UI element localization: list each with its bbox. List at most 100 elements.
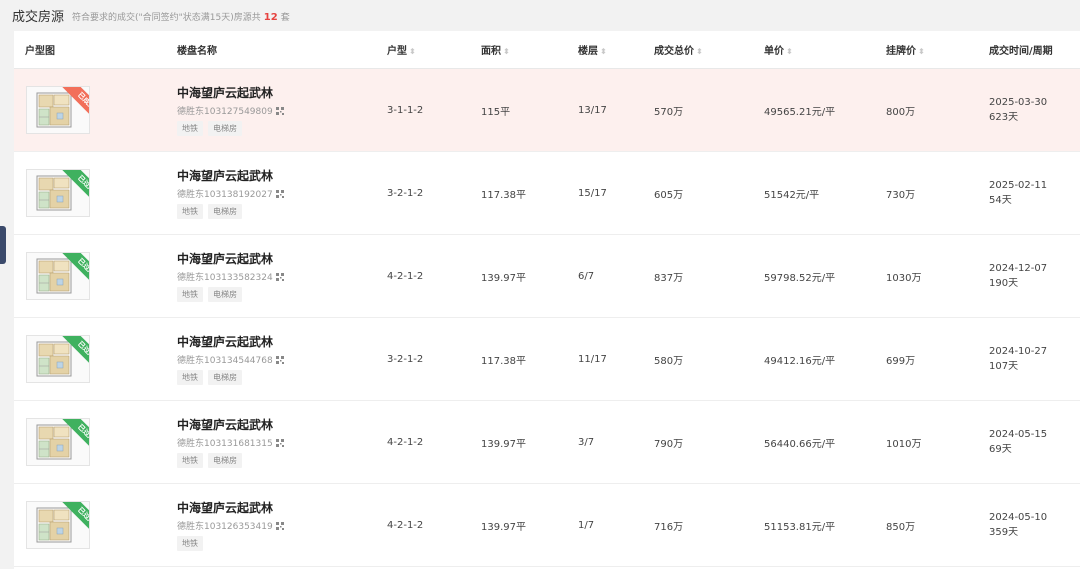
feature-tags: 地铁 电梯房 <box>177 121 387 136</box>
estate-name[interactable]: 中海望庐云起武林 <box>177 250 387 267</box>
deal-date: 2025-02-11 <box>989 180 1048 191</box>
feature-tags: 地铁 电梯房 <box>177 204 387 219</box>
layout-value: 4-2-1-2 <box>387 400 481 484</box>
result-count: 12 <box>263 11 278 23</box>
feature-tag: 地铁 <box>177 287 203 302</box>
total-price-value: 790万 <box>654 400 764 484</box>
deal-listing-table-card: 户型图 楼盘名称 户型 ⬍ 面积 ⬍ 楼层 ⬍ 成交总价 ⬍ 单价 ⬍ 挂牌价 ⬍ 成交时间… <box>14 31 1080 569</box>
feature-tags: 地铁 电梯房 <box>177 287 387 302</box>
unit-price-value: 56440.66元/平 <box>764 400 886 484</box>
sort-icon[interactable]: ⬍ <box>409 47 416 56</box>
floorplan-thumbnail[interactable]: 已过户 <box>26 335 90 383</box>
unit-price-value: 49412.16元/平 <box>764 317 886 401</box>
col-label: 挂牌价 <box>886 46 916 57</box>
total-price-value: 605万 <box>654 151 764 235</box>
deal-date-cell: 2024-12-07 190天 <box>989 234 1080 318</box>
floorplan-thumbnail[interactable]: 已成交 <box>26 86 90 134</box>
floorplan-thumbnail[interactable]: 已过户 <box>26 169 90 217</box>
qr-code-icon[interactable] <box>275 355 284 364</box>
col-header-area[interactable]: 面积 ⬍ <box>481 31 578 69</box>
qr-code-icon[interactable] <box>275 272 284 281</box>
feature-tag: 地铁 <box>177 536 203 551</box>
col-label: 楼层 <box>578 46 598 57</box>
floorplan-cell: 已成交 <box>14 68 177 152</box>
sort-icon[interactable]: ⬍ <box>503 47 510 56</box>
list-price-value: 1010万 <box>886 400 989 484</box>
sort-icon[interactable]: ⬍ <box>918 47 925 56</box>
floorplan-cell: 已过户 <box>14 400 177 484</box>
col-header-floorplan: 户型图 <box>14 31 177 69</box>
qr-code-icon[interactable] <box>275 106 284 115</box>
unit-price-value: 51542元/平 <box>764 151 886 235</box>
table-header-row: 户型图 楼盘名称 户型 ⬍ 面积 ⬍ 楼层 ⬍ 成交总价 ⬍ 单价 ⬍ 挂牌价 ⬍ 成交时间… <box>14 31 1080 69</box>
feature-tag: 地铁 <box>177 453 203 468</box>
table-row[interactable]: 已成交 中海望庐云起武林 德胜东103127549809 地铁 电梯房 3-1-1… <box>14 68 1080 152</box>
deal-cycle: 190天 <box>989 278 1019 289</box>
side-collapse-tab[interactable] <box>0 226 6 264</box>
table-row[interactable]: 已过户 中海望庐云起武林 德胜东103133582324 地铁 电梯房 4-2-1… <box>14 234 1080 318</box>
estate-cell: 中海望庐云起武林 德胜东103131681315 地铁 电梯房 <box>177 400 387 484</box>
floor-value: 3/7 <box>578 400 654 484</box>
layout-value: 4-2-1-2 <box>387 483 481 567</box>
listing-code: 德胜东103134544768 <box>177 356 273 366</box>
col-header-list-price[interactable]: 挂牌价 ⬍ <box>886 31 989 69</box>
sort-icon[interactable]: ⬍ <box>600 47 607 56</box>
estate-name[interactable]: 中海望庐云起武林 <box>177 167 387 184</box>
deal-date-cell: 2024-05-15 69天 <box>989 400 1080 484</box>
sort-icon[interactable]: ⬍ <box>696 47 703 56</box>
deal-cycle: 359天 <box>989 527 1019 538</box>
listing-code-line: 德胜东103134544768 <box>177 353 387 366</box>
col-header-unit-price[interactable]: 单价 ⬍ <box>764 31 886 69</box>
floor-value: 1/7 <box>578 483 654 567</box>
col-header-deal-date: 成交时间/周期 <box>989 31 1080 69</box>
estate-name[interactable]: 中海望庐云起武林 <box>177 416 387 433</box>
table-row[interactable]: 已过户 中海望庐云起武林 德胜东103134544768 地铁 电梯房 3-2-1… <box>14 317 1080 401</box>
floor-value: 15/17 <box>578 151 654 235</box>
feature-tags: 地铁 电梯房 <box>177 370 387 385</box>
list-price-value: 699万 <box>886 317 989 401</box>
floorplan-thumbnail[interactable]: 已过户 <box>26 418 90 466</box>
col-label: 楼盘名称 <box>177 46 217 57</box>
deal-cycle: 69天 <box>989 444 1012 455</box>
floorplan-thumbnail[interactable]: 已过户 <box>26 501 90 549</box>
estate-name[interactable]: 中海望庐云起武林 <box>177 499 387 516</box>
unit-price-value: 59798.52元/平 <box>764 234 886 318</box>
area-value: 139.97平 <box>481 234 578 318</box>
feature-tag: 电梯房 <box>208 204 242 219</box>
qr-code-icon[interactable] <box>275 189 284 198</box>
layout-value: 3-2-1-2 <box>387 151 481 235</box>
floor-value: 6/7 <box>578 234 654 318</box>
feature-tags: 地铁 <box>177 536 387 551</box>
floorplan-thumbnail[interactable]: 已过户 <box>26 252 90 300</box>
listing-code-line: 德胜东103131681315 <box>177 436 387 449</box>
deal-date-cell: 2025-03-30 623天 <box>989 68 1080 152</box>
deal-date: 2024-05-15 <box>989 429 1048 440</box>
layout-value: 4-2-1-2 <box>387 234 481 318</box>
deal-date-cell: 2024-10-27 107天 <box>989 317 1080 401</box>
qr-code-icon[interactable] <box>275 521 284 530</box>
estate-name[interactable]: 中海望庐云起武林 <box>177 333 387 350</box>
listing-code: 德胜东103133582324 <box>177 273 273 283</box>
col-header-floor[interactable]: 楼层 ⬍ <box>578 31 654 69</box>
deal-cycle: 623天 <box>989 112 1019 123</box>
result-summary: 符合要求的成交("合同签约"状态满15天)房源共 12 套 <box>72 10 290 23</box>
estate-cell: 中海望庐云起武林 德胜东103127549809 地铁 电梯房 <box>177 68 387 152</box>
col-label: 成交时间/周期 <box>989 46 1053 57</box>
floor-value: 13/17 <box>578 68 654 152</box>
feature-tag: 地铁 <box>177 204 203 219</box>
col-label: 成交总价 <box>654 46 694 57</box>
col-header-total-price[interactable]: 成交总价 ⬍ <box>654 31 764 69</box>
table-row[interactable]: 已过户 中海望庐云起武林 德胜东103131681315 地铁 电梯房 4-2-1… <box>14 400 1080 484</box>
summary-suffix: 套 <box>280 12 290 23</box>
table-body: 已成交 中海望庐云起武林 德胜东103127549809 地铁 电梯房 3-1-1… <box>14 68 1080 567</box>
deal-date-cell: 2024-05-10 359天 <box>989 483 1080 567</box>
list-price-value: 800万 <box>886 68 989 152</box>
qr-code-icon[interactable] <box>275 438 284 447</box>
col-header-layout[interactable]: 户型 ⬍ <box>387 31 481 69</box>
table-row[interactable]: 已过户 中海望庐云起武林 德胜东103126353419 地铁 4-2-1-2 … <box>14 483 1080 567</box>
sort-icon[interactable]: ⬍ <box>786 47 793 56</box>
deal-date: 2025-03-30 <box>989 97 1048 108</box>
listing-code-line: 德胜东103138192027 <box>177 187 387 200</box>
table-row[interactable]: 已过户 中海望庐云起武林 德胜东103138192027 地铁 电梯房 3-2-1… <box>14 151 1080 235</box>
estate-name[interactable]: 中海望庐云起武林 <box>177 84 387 101</box>
